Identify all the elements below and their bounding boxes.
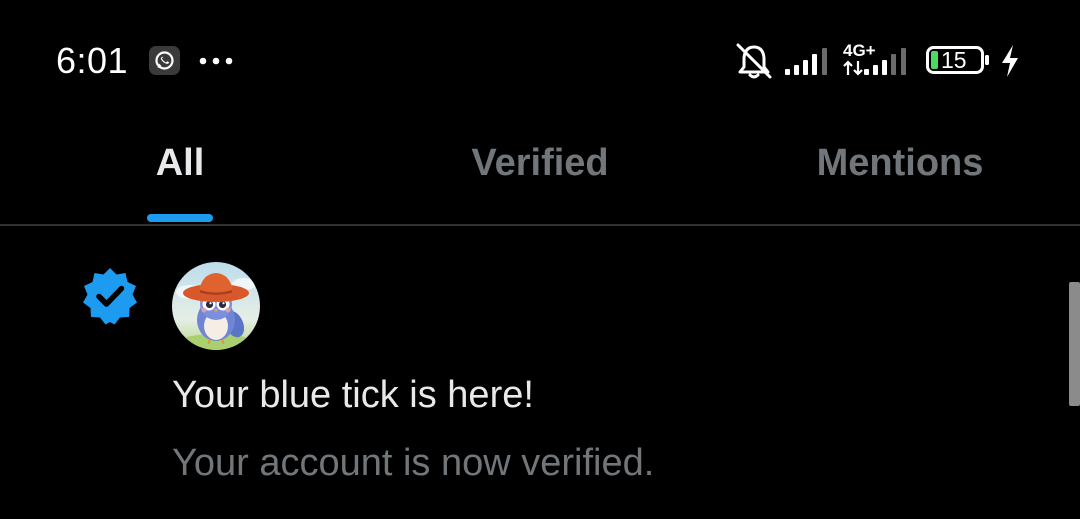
data-arrows-icon (843, 60, 863, 76)
scrollbar[interactable] (1069, 282, 1080, 406)
tab-all[interactable]: All (0, 120, 360, 224)
verified-badge-icon (83, 268, 137, 325)
tab-mentions[interactable]: Mentions (720, 120, 1080, 224)
battery-level: 15 (941, 47, 967, 73)
more-icon (199, 57, 233, 65)
active-tab-indicator (147, 214, 213, 222)
charging-icon (1002, 45, 1018, 77)
notification-title: Your blue tick is here! (172, 374, 534, 416)
tab-verified[interactable]: Verified (360, 120, 720, 224)
notification-item[interactable]: Your blue tick is here! Your account is … (0, 226, 1080, 519)
avatar[interactable] (172, 262, 260, 350)
tab-all-label: All (155, 142, 205, 184)
mute-icon (736, 43, 772, 79)
tab-verified-label: Verified (471, 142, 609, 184)
signal-icon (864, 48, 906, 75)
notification-body: Your account is now verified. (172, 442, 655, 484)
signal-icon (785, 48, 827, 75)
status-time: 6:01 (56, 40, 129, 81)
avatar-image (172, 262, 260, 350)
whatsapp-icon (149, 46, 180, 75)
notification-tabs: All Verified Mentions (0, 120, 1080, 224)
status-bar: 6:01 4G+ 15 (0, 0, 1080, 120)
tab-mentions-label: Mentions (816, 142, 984, 184)
